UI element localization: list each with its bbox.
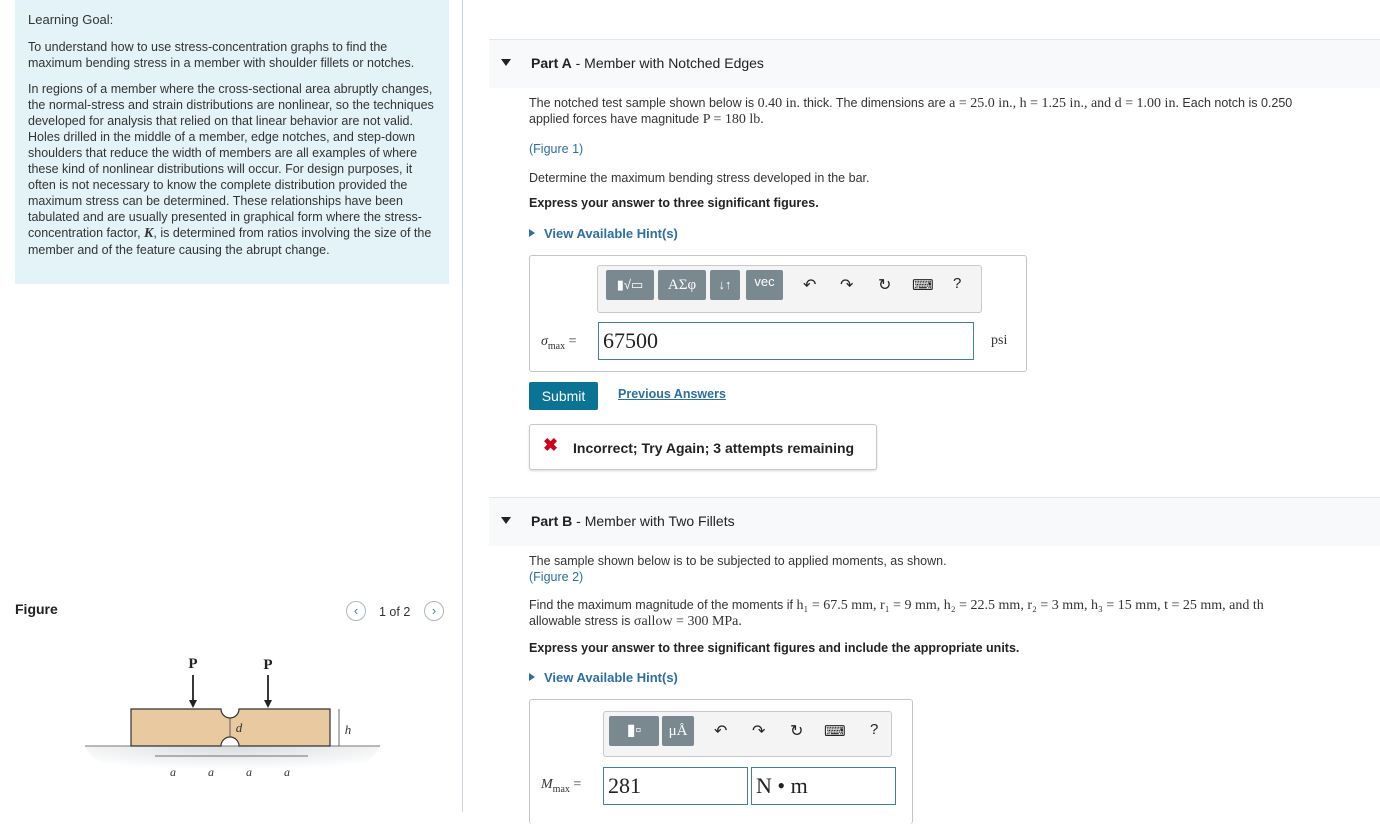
chevron-left-icon: ‹: [353, 603, 359, 618]
part-b-hint-toggle[interactable]: View Available Hint(s): [529, 670, 678, 685]
keyboard-icon[interactable]: ⌨: [824, 722, 846, 740]
feedback-message: ✖ Incorrect; Try Again; 3 attempts remai…: [529, 424, 877, 470]
part-a-statement-line2: applied forces have magnitude P = 180 lb…: [529, 112, 764, 127]
reset-icon[interactable]: ↻: [790, 721, 803, 741]
part-b-value-input[interactable]: 281: [603, 767, 748, 805]
part-b-unit-input[interactable]: N • m: [751, 767, 896, 805]
figure-2-link[interactable]: (Figure 2): [529, 570, 583, 584]
part-b-header[interactable]: Part B - Member with Two Fillets: [489, 497, 1380, 546]
expand-arrow-icon: [529, 229, 535, 237]
part-b-math-toolbar: ▮▫ μÅ ↶ ↷ ↻ ⌨ ?: [603, 711, 892, 757]
notch-label: d: [236, 720, 243, 735]
learning-goal-panel: Learning Goal: To understand how to use …: [15, 0, 449, 284]
redo-icon[interactable]: ↷: [840, 275, 853, 295]
part-b-answer-box: ▮▫ μÅ ↶ ↷ ↻ ⌨ ? Mmax = 281 N • m: [529, 699, 913, 824]
part-a-hint-toggle[interactable]: View Available Hint(s): [529, 226, 678, 241]
figure-title: Figure: [15, 601, 58, 617]
units-button[interactable]: μÅ: [662, 716, 694, 746]
vector-button[interactable]: vec: [746, 270, 783, 300]
part-a-answer-box: ▮√▭ ΑΣφ ↓↑ vec ↶ ↷ ↻ ⌨ ? σmax = 67500 ps…: [529, 255, 1027, 372]
greek-symbols-button[interactable]: ΑΣφ: [658, 270, 706, 300]
feedback-text: Incorrect; Try Again; 3 attempts remaini…: [573, 440, 855, 456]
collapse-triangle-icon: [501, 517, 511, 524]
undo-icon[interactable]: ↶: [803, 275, 816, 295]
learning-goal-description: In regions of a member where the cross-s…: [28, 82, 434, 257]
redo-icon[interactable]: ↷: [752, 721, 765, 741]
part-b-title: Part B - Member with Two Fillets: [531, 513, 735, 529]
part-a-answer-input[interactable]: 67500: [598, 322, 974, 360]
submit-button[interactable]: Submit: [529, 382, 598, 410]
previous-answers-link[interactable]: Previous Answers: [618, 387, 726, 401]
part-a-instruction: Express your answer to three significant…: [529, 196, 819, 210]
notched-bar-figure: P P d h a a a a: [85, 656, 380, 780]
force-label-1: P: [188, 656, 197, 672]
dim-label-3: a: [246, 765, 252, 779]
arrowhead-2: [264, 700, 272, 708]
reset-icon[interactable]: ↻: [878, 275, 891, 295]
learning-goal-text: To understand how to use stress-concentr…: [28, 40, 415, 70]
m-max-label: Mmax =: [541, 777, 582, 795]
height-label: h: [345, 722, 352, 737]
force-label-2: P: [263, 657, 272, 673]
dim-label-1: a: [170, 765, 176, 779]
part-a-title: Part A - Member with Notched Edges: [531, 55, 764, 71]
error-x-icon: ✖: [543, 435, 559, 455]
ground-support: [85, 746, 380, 780]
part-a-math-toolbar: ▮√▭ ΑΣφ ↓↑ vec ↶ ↷ ↻ ⌨ ?: [597, 265, 982, 313]
part-a-question: Determine the maximum bending stress dev…: [529, 171, 870, 185]
next-figure-button[interactable]: ›: [424, 601, 444, 621]
help-button[interactable]: ?: [953, 275, 961, 292]
templates-button[interactable]: ▮▫: [609, 716, 659, 746]
keyboard-icon[interactable]: ⌨: [912, 276, 934, 294]
arrowhead-1: [189, 700, 197, 708]
prev-figure-button[interactable]: ‹: [346, 601, 366, 621]
part-a-unit: psi: [991, 333, 1008, 348]
learning-goal-title: Learning Goal:: [28, 12, 114, 27]
figure-pager: 1 of 2: [379, 605, 411, 619]
bar-body: [130, 708, 331, 747]
part-a-statement: The notched test sample shown below is 0…: [529, 96, 1293, 111]
panel-divider: [462, 0, 463, 812]
chevron-right-icon: ›: [431, 603, 437, 618]
undo-icon[interactable]: ↶: [714, 721, 727, 741]
dim-label-4: a: [284, 765, 290, 779]
figure-1-link[interactable]: (Figure 1): [529, 142, 583, 156]
templates-button[interactable]: ▮√▭: [606, 270, 654, 300]
sigma-max-label: σmax =: [541, 334, 577, 352]
collapse-triangle-icon: [501, 59, 511, 66]
dim-label-2: a: [208, 765, 214, 779]
part-b-instruction: Express your answer to three significant…: [529, 641, 1020, 655]
arrows-button[interactable]: ↓↑: [710, 270, 740, 300]
templates-icon: ▮▫: [626, 722, 642, 739]
help-button[interactable]: ?: [870, 721, 878, 738]
expand-arrow-icon: [529, 673, 535, 681]
part-a-header[interactable]: Part A - Member with Notched Edges: [489, 39, 1380, 88]
part-b-statement: The sample shown below is to be subjecte…: [529, 554, 947, 568]
part-b-find-line2: allowable stress is σallow = 300 MPa.: [529, 614, 742, 629]
part-b-find: Find the maximum magnitude of the moment…: [529, 598, 1264, 613]
